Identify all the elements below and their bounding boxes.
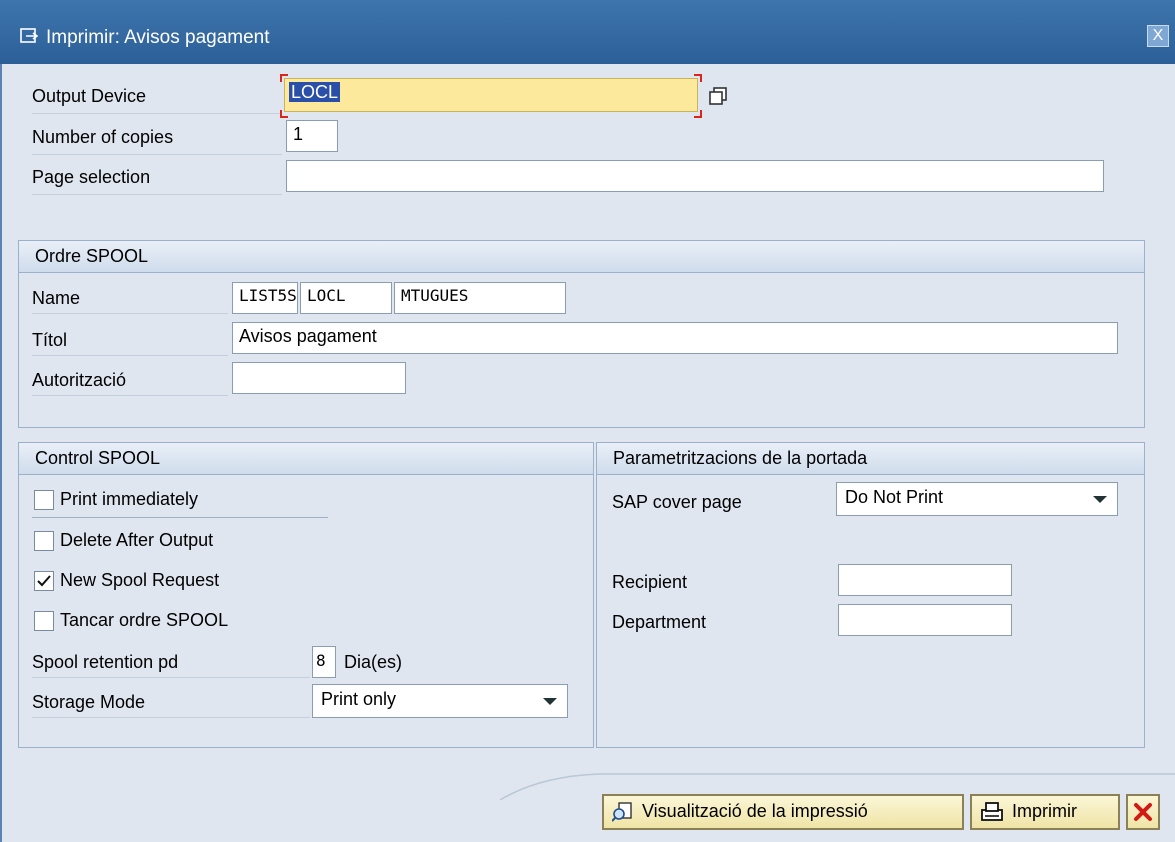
output-device-label: Output Device xyxy=(32,86,282,114)
checkmark-icon xyxy=(37,575,51,587)
storage-mode-value: Print only xyxy=(321,689,397,709)
delete-after-output-label: Delete After Output xyxy=(60,530,214,550)
close-spool-checkbox[interactable] xyxy=(34,611,54,631)
title-bar: Imprimir: Avisos pagament X xyxy=(0,0,1175,64)
spool-name-part[interactable]: LIST5S xyxy=(232,282,298,314)
cancel-button[interactable] xyxy=(1126,794,1160,830)
sap-cover-dropdown[interactable]: Do Not Print xyxy=(836,482,1118,516)
spool-control-header: Control SPOOL xyxy=(19,443,593,475)
print-button[interactable]: Imprimir xyxy=(970,794,1120,830)
authorization-label: Autorització xyxy=(32,370,228,396)
retention-unit: Dia(es) xyxy=(344,652,403,672)
storage-mode-dropdown[interactable]: Print only xyxy=(312,684,568,718)
print-dialog-icon xyxy=(20,28,38,43)
storage-mode-label: Storage Mode xyxy=(32,692,310,718)
recipient-label: Recipient xyxy=(612,572,688,592)
print-label: Imprimir xyxy=(1012,801,1077,821)
sap-cover-value: Do Not Print xyxy=(845,487,944,507)
spool-title-label: Títol xyxy=(32,330,228,356)
department-label: Department xyxy=(612,612,707,632)
cover-page-header: Parametritzacions de la portada xyxy=(597,443,1144,475)
copies-label: Number of copies xyxy=(32,127,282,155)
spool-name-part[interactable]: LOCL xyxy=(300,282,392,314)
focus-corner xyxy=(694,74,702,82)
delete-after-output-checkbox[interactable] xyxy=(34,531,54,551)
print-preview-icon xyxy=(612,802,632,822)
spool-name-label: Name xyxy=(32,288,228,314)
focus-corner xyxy=(280,74,288,82)
dropdown-arrow-icon xyxy=(543,698,557,705)
window-title: Imprimir: Avisos pagament xyxy=(46,27,270,48)
close-icon[interactable]: X xyxy=(1147,25,1169,47)
recipient-field[interactable] xyxy=(838,564,1012,596)
dropdown-arrow-icon xyxy=(1093,496,1107,503)
print-immediately-checkbox[interactable] xyxy=(34,490,54,510)
department-field[interactable] xyxy=(838,604,1012,636)
authorization-field[interactable] xyxy=(232,362,406,394)
divider xyxy=(32,517,328,518)
page-selection-field[interactable] xyxy=(286,160,1104,192)
spool-name-part[interactable]: MTUGUES xyxy=(394,282,566,314)
close-spool-label: Tancar ordre SPOOL xyxy=(60,610,229,630)
output-device-value: LOCL xyxy=(289,82,341,102)
printer-icon xyxy=(981,802,1003,822)
new-spool-request-checkbox[interactable] xyxy=(34,571,54,591)
print-immediately-label: Print immediately xyxy=(60,489,199,509)
copy-icon[interactable] xyxy=(708,86,728,106)
cancel-icon xyxy=(1134,803,1152,821)
focus-corner xyxy=(280,110,288,118)
print-preview-label: Visualització de la impressió xyxy=(642,801,868,821)
spool-order-header: Ordre SPOOL xyxy=(19,241,1144,273)
sap-cover-label: SAP cover page xyxy=(612,492,742,512)
new-spool-request-label: New Spool Request xyxy=(60,570,220,590)
focus-corner xyxy=(694,110,702,118)
retention-label: Spool retention pd xyxy=(32,652,310,678)
print-preview-button[interactable]: Visualització de la impressió xyxy=(602,794,964,830)
copies-field[interactable]: 1 xyxy=(286,120,338,152)
retention-field[interactable]: 8 xyxy=(312,646,336,678)
page-selection-label: Page selection xyxy=(32,167,282,195)
spool-title-field[interactable]: Avisos pagament xyxy=(232,322,1118,354)
output-device-field[interactable]: LOCL xyxy=(284,78,698,112)
